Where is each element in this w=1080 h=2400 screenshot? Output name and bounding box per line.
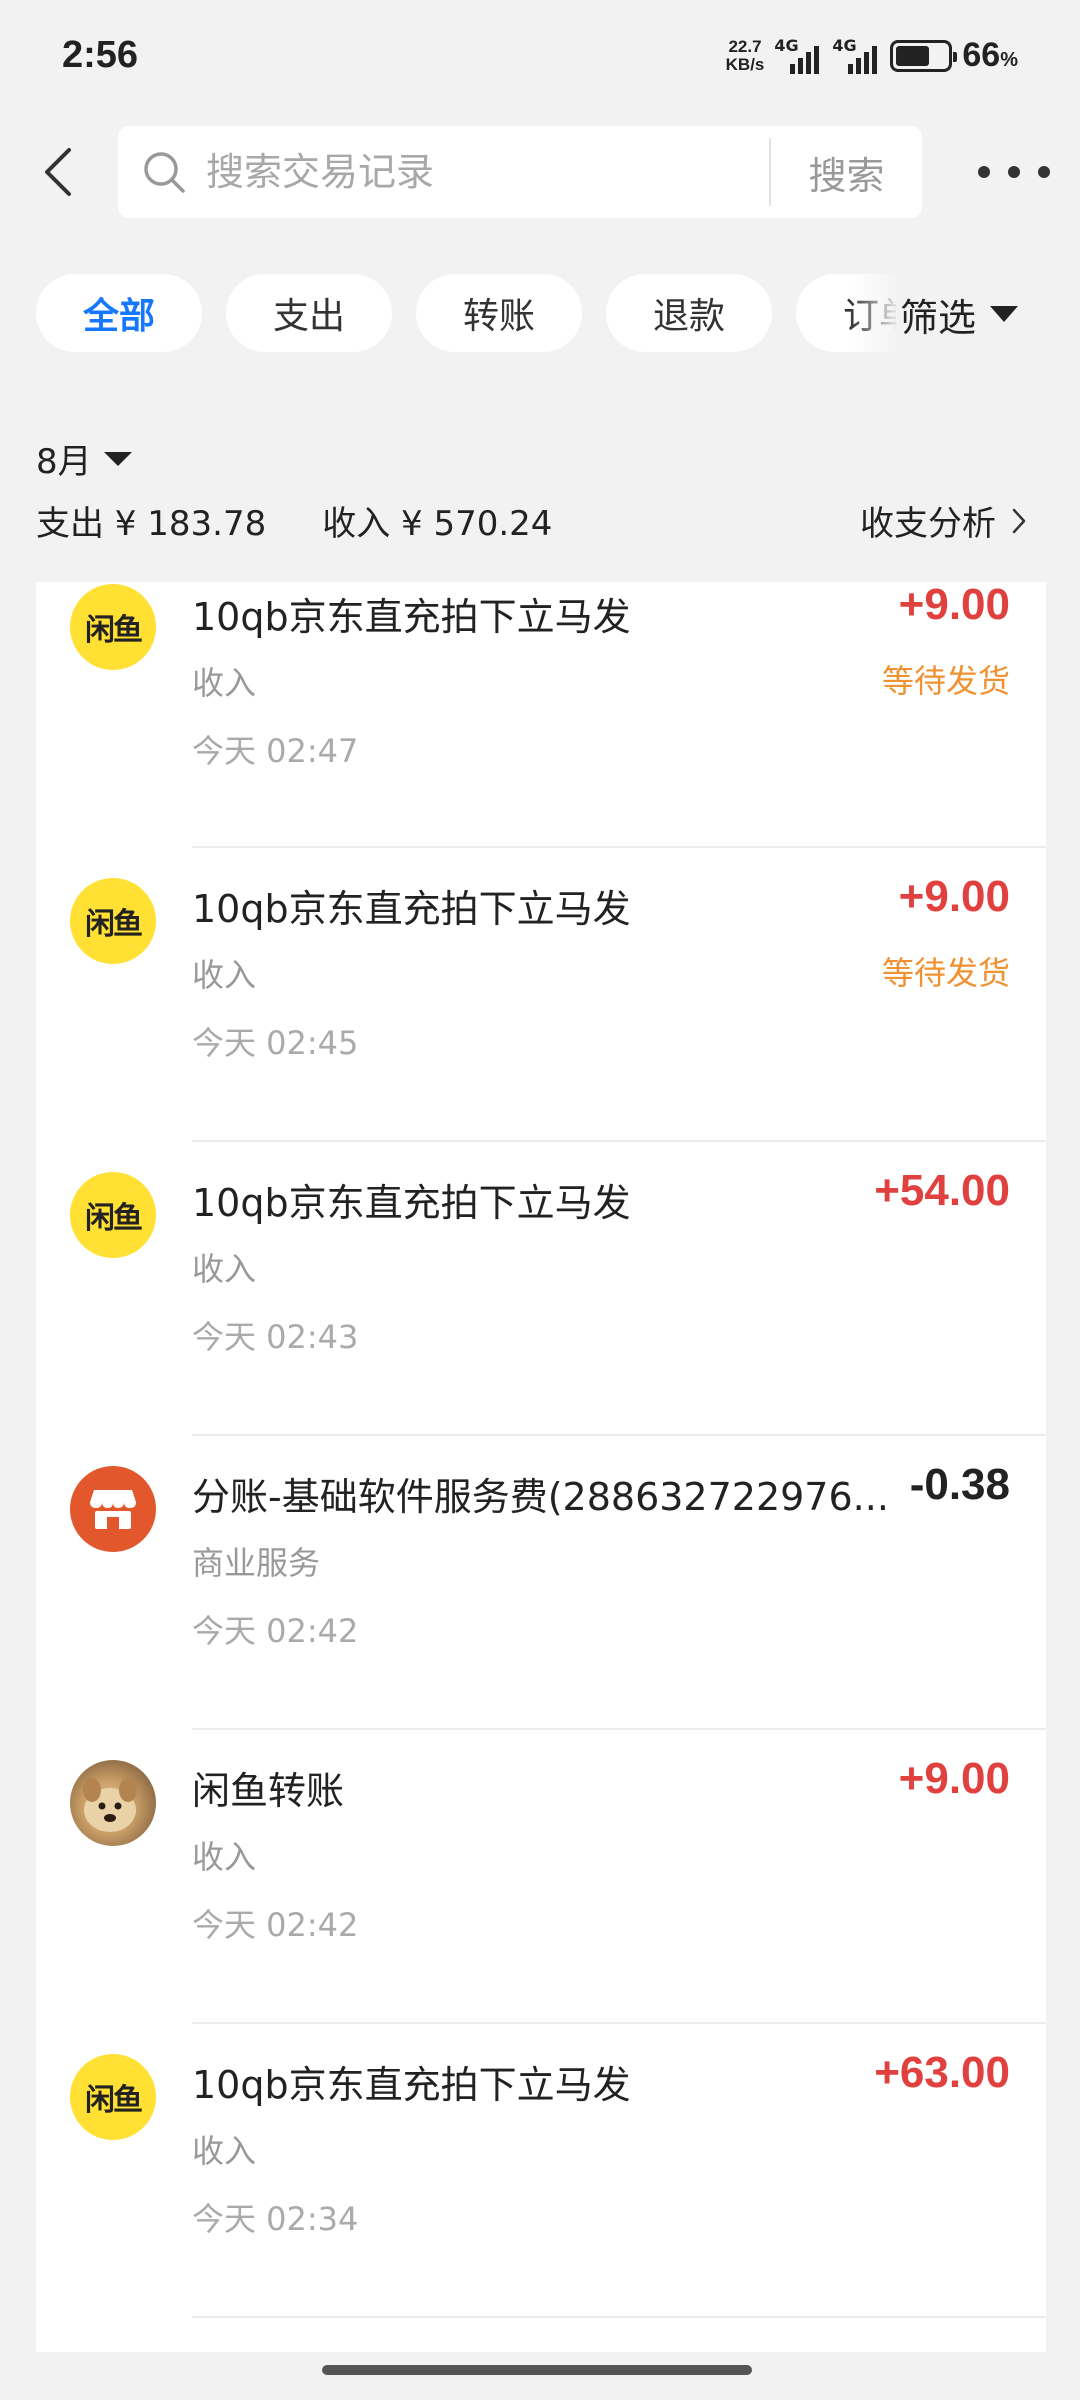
status-time: 2:56 bbox=[62, 34, 139, 76]
xianyu-logo-text: 闲鱼 bbox=[85, 1201, 143, 1236]
transaction-amount: -0.38 bbox=[909, 1460, 1010, 1509]
signal-icon: 4G bbox=[832, 35, 880, 74]
filter-chip[interactable]: 退款 bbox=[606, 274, 772, 352]
search-row: 搜索 bbox=[0, 122, 1080, 222]
back-arrow-icon bbox=[45, 148, 71, 196]
more-options-button[interactable] bbox=[978, 150, 1050, 194]
filter-button[interactable]: 筛选 bbox=[900, 280, 1050, 348]
network-speed-value: 22.7 bbox=[728, 36, 762, 56]
battery-percent: 66% bbox=[962, 36, 1018, 74]
transaction-category: 收入 bbox=[192, 956, 257, 994]
filter-chips: 全部支出转账退款订单 bbox=[36, 274, 896, 354]
analysis-label: 收支分析 bbox=[860, 504, 996, 544]
transaction-amount: +9.00 bbox=[898, 1754, 1010, 1803]
transaction-category: 收入 bbox=[192, 2132, 257, 2170]
transaction-item[interactable]: 闲鱼 10qb京东直充拍下立马发收入今天 02:45 +9.00 等待发货 bbox=[36, 848, 1046, 1142]
transaction-title: 10qb京东直充拍下立马发 bbox=[192, 1181, 631, 1225]
search-box[interactable]: 搜索 bbox=[118, 126, 922, 218]
search-button[interactable]: 搜索 bbox=[771, 126, 922, 218]
transaction-amount: +9.00 bbox=[898, 582, 1010, 629]
filter-row: 全部支出转账退款订单 筛选 bbox=[0, 274, 1080, 354]
network-speed-unit: KB/s bbox=[725, 54, 765, 74]
filter-chip[interactable]: 转账 bbox=[416, 274, 582, 352]
transaction-status: 等待发货 bbox=[881, 954, 1010, 992]
home-indicator[interactable] bbox=[322, 2365, 752, 2375]
signal-icon: 4G bbox=[774, 35, 822, 74]
xianyu-logo-text: 闲鱼 bbox=[85, 613, 143, 648]
filter-label: 筛选 bbox=[900, 295, 977, 340]
chevron-right-icon bbox=[1012, 508, 1026, 533]
status-icons: 22.7 KB/s 4G 4G 66% bbox=[726, 36, 1018, 75]
more-dot-icon bbox=[1008, 166, 1020, 178]
battery-icon bbox=[890, 39, 958, 72]
xianyu-logo-icon: 闲鱼 bbox=[70, 584, 156, 670]
transaction-time: 今天 02:43 bbox=[192, 1318, 359, 1356]
transaction-title: 分账-基础软件服务费(288632722976... bbox=[192, 1475, 889, 1519]
transaction-time: 今天 02:42 bbox=[192, 1612, 359, 1650]
analysis-link[interactable]: 收支分析 bbox=[860, 496, 1026, 545]
caret-down-icon bbox=[103, 451, 132, 466]
back-button[interactable] bbox=[28, 140, 88, 204]
transaction-item[interactable]: 闲鱼 10qb京东直充拍下立马发收入今天 02:34 +63.00 bbox=[36, 2024, 1046, 2318]
more-dot-icon bbox=[1038, 166, 1050, 178]
filter-chip[interactable]: 支出 bbox=[226, 274, 392, 352]
transaction-category: 收入 bbox=[192, 664, 257, 702]
transaction-item[interactable]: 分账-基础软件服务费(288632722976... 商业服务今天 02:42 -0… bbox=[36, 1436, 1046, 1730]
chips-fade bbox=[850, 274, 900, 354]
xianyu-logo-icon: 闲鱼 bbox=[70, 2054, 156, 2140]
divider bbox=[192, 2316, 1046, 2318]
shop-avatar bbox=[70, 1466, 156, 1552]
transaction-list: 闲鱼 10qb京东直充拍下立马发 收入 今天 02:47 +9.00 等待发货 闲鱼 10qb… bbox=[36, 582, 1046, 2352]
transaction-item[interactable]: 闲鱼 10qb京东直充拍下立马发收入今天 02:47 +9.00 等待发货 bbox=[36, 582, 1046, 848]
transaction-item[interactable]: 闲鱼 10qb京东直充拍下立马发收入今天 02:43 +54.00 bbox=[36, 1142, 1046, 1436]
transaction-title: 10qb京东直充拍下立马发 bbox=[192, 595, 631, 639]
battery-fill bbox=[896, 45, 930, 66]
expense-total: 支出 ¥ 183.78 bbox=[36, 504, 267, 544]
transaction-item[interactable]: 闲鱼转账收入今天 02:42 +9.00 bbox=[36, 1730, 1046, 2024]
transaction-title: 10qb京东直充拍下立马发 bbox=[192, 2063, 631, 2107]
more-dot-icon bbox=[978, 166, 990, 178]
transaction-time: 今天 02:42 bbox=[192, 1906, 359, 1944]
income-total: 收入 ¥ 570.24 bbox=[322, 504, 553, 544]
transaction-title: 闲鱼转账 bbox=[192, 1769, 345, 1813]
xianyu-logo-text: 闲鱼 bbox=[85, 2083, 143, 2118]
xianyu-logo-icon: 闲鱼 bbox=[70, 1172, 156, 1258]
transaction-amount: +9.00 bbox=[898, 872, 1010, 921]
shop-icon bbox=[90, 1490, 136, 1529]
search-icon bbox=[144, 152, 185, 193]
network-speed: 22.7 KB/s bbox=[725, 36, 765, 74]
summary-totals: 支出 ¥ 183.78 收入 ¥ 570.24 bbox=[36, 496, 552, 545]
transaction-category: 商业服务 bbox=[192, 1544, 321, 1582]
xianyu-logo-icon: 闲鱼 bbox=[70, 878, 156, 964]
search-input[interactable] bbox=[206, 144, 846, 200]
month-selector[interactable]: 8月 bbox=[36, 434, 132, 483]
status-bar: 2:56 22.7 KB/s 4G 4G 66% bbox=[0, 0, 1080, 120]
caret-down-icon bbox=[990, 306, 1019, 322]
month-summary: 8月 支出 ¥ 183.78 收入 ¥ 570.24 收支分析 bbox=[0, 400, 1046, 582]
transaction-time: 今天 02:47 bbox=[192, 732, 359, 770]
transaction-category: 收入 bbox=[192, 1250, 257, 1288]
transaction-amount: +63.00 bbox=[874, 2048, 1010, 2097]
signal-label: 4G bbox=[832, 35, 857, 55]
transaction-amount: +54.00 bbox=[874, 1166, 1010, 1215]
filter-chip[interactable]: 全部 bbox=[36, 274, 202, 352]
month-label: 8月 bbox=[36, 442, 92, 482]
dog-photo-icon bbox=[83, 1778, 137, 1832]
xianyu-logo-text: 闲鱼 bbox=[85, 907, 143, 942]
transaction-status: 等待发货 bbox=[881, 662, 1010, 700]
signal-label: 4G bbox=[774, 35, 799, 55]
transaction-category: 收入 bbox=[192, 1838, 257, 1876]
transaction-title: 10qb京东直充拍下立马发 bbox=[192, 887, 631, 931]
transaction-time: 今天 02:45 bbox=[192, 1024, 359, 1062]
dog-avatar bbox=[70, 1760, 156, 1846]
transaction-time: 今天 02:34 bbox=[192, 2200, 359, 2238]
